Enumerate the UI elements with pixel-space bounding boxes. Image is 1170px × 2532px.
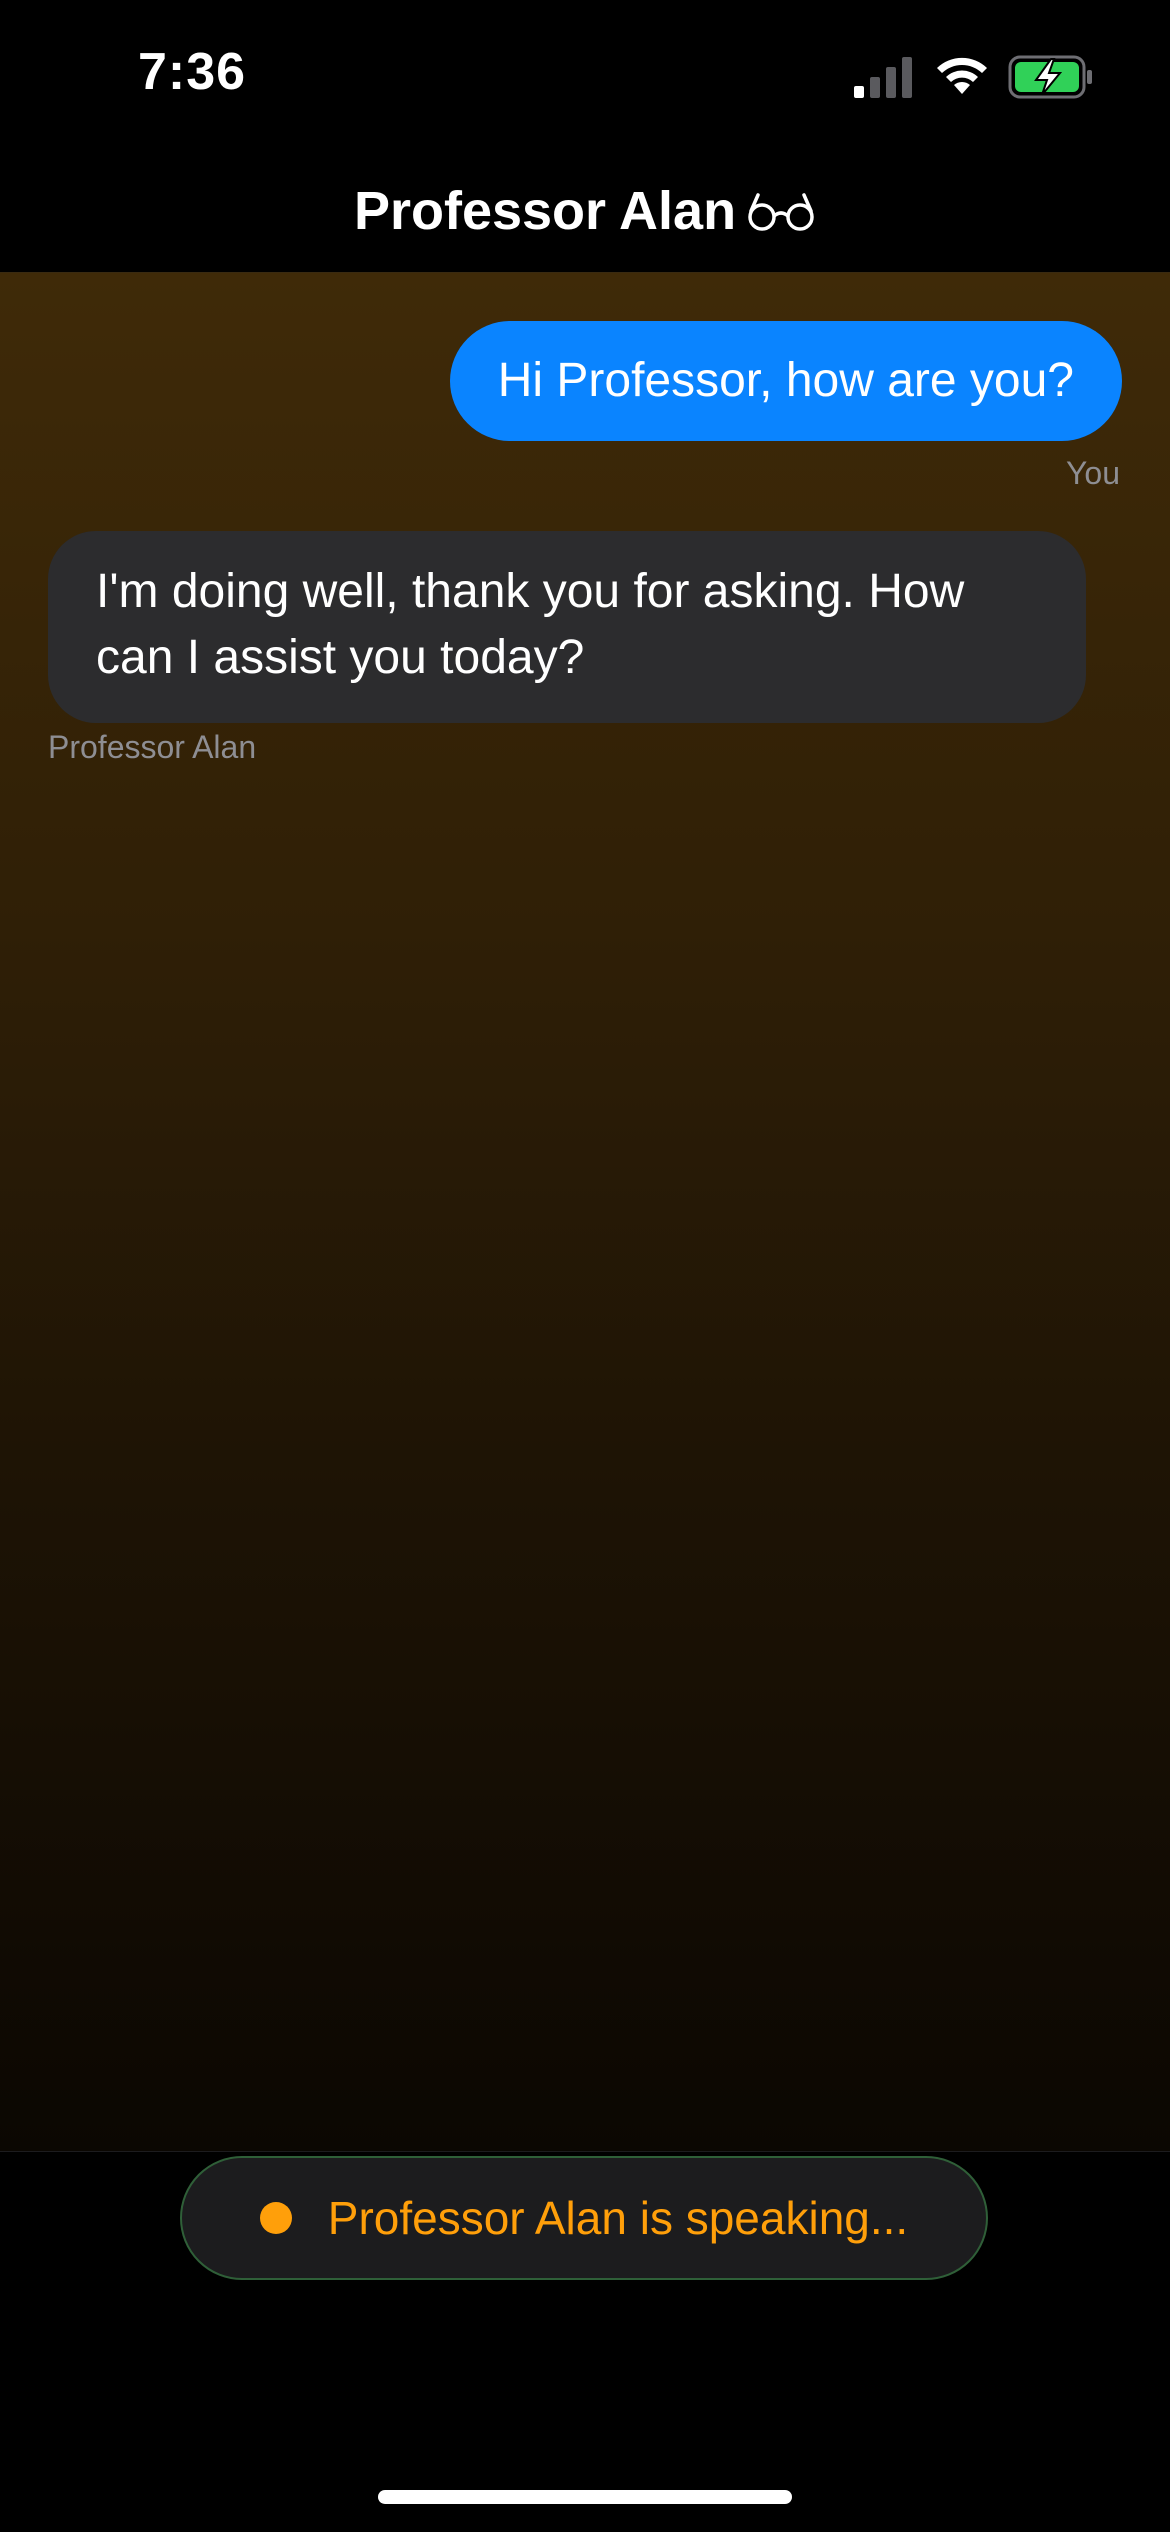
glasses-icon	[748, 193, 814, 231]
cellular-signal-icon	[854, 57, 912, 98]
speaking-indicator-dot	[259, 2202, 292, 2234]
message-sender-assistant: Professor Alan	[48, 729, 257, 765]
message-sender-user: You	[1066, 455, 1120, 491]
chat-screen: 7:36 Professor Alan Hi Professor, how ar…	[0, 0, 1170, 2532]
home-indicator[interactable]	[378, 2490, 792, 2504]
bottom-bar: Professor Alan is speaking...	[0, 2151, 1170, 2532]
nav-header: Professor Alan	[0, 150, 1170, 273]
battery-charging-icon	[1008, 55, 1092, 99]
message-bubble-assistant[interactable]: I'm doing well, thank you for asking. Ho…	[48, 531, 1086, 723]
page-title: Professor Alan	[354, 180, 816, 242]
message-bubble-user[interactable]: Hi Professor, how are you?	[449, 321, 1122, 441]
speaking-status-text: Professor Alan is speaking...	[327, 2192, 909, 2244]
speaking-status-pill[interactable]: Professor Alan is speaking...	[180, 2156, 988, 2280]
page-title-label: Professor Alan	[353, 181, 737, 241]
chat-messages-area[interactable]: Hi Professor, how are you? You I'm doing…	[0, 273, 1170, 2151]
status-time: 7:36	[138, 43, 247, 101]
wifi-icon	[937, 57, 987, 94]
status-bar: 7:36	[0, 0, 1170, 150]
